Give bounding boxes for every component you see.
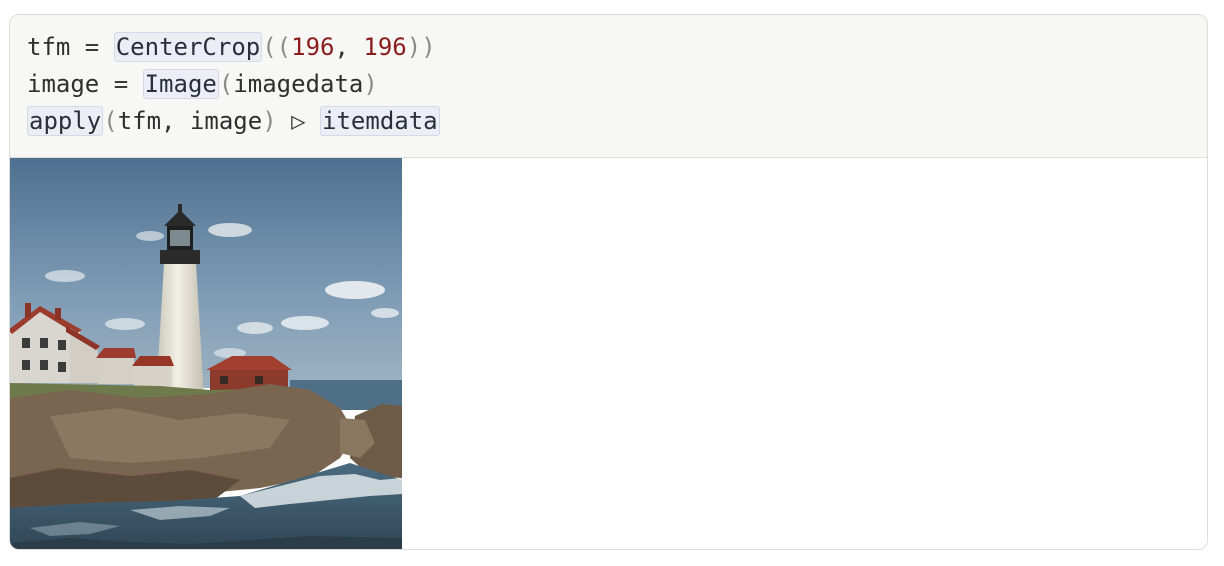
code-paren: ) — [363, 70, 378, 98]
code-comma: , — [334, 33, 364, 61]
code-variable: tfm — [27, 33, 71, 61]
code-line-2: image = Image(imagedata) — [27, 66, 1207, 103]
code-assign: = — [70, 33, 114, 61]
code-number: 196 — [291, 33, 335, 61]
code-editor[interactable]: tfm = CenterCrop((196, 196)) image = Ima… — [10, 15, 1207, 158]
notebook-cell: tfm = CenterCrop((196, 196)) image = Ima… — [9, 14, 1208, 550]
code-paren: (( — [262, 33, 292, 61]
code-paren: ) — [262, 107, 277, 135]
code-function-itemdata[interactable]: itemdata — [320, 106, 440, 136]
cell-output — [10, 158, 1207, 549]
code-number: 196 — [363, 33, 407, 61]
code-line-1: tfm = CenterCrop((196, 196)) — [27, 29, 1207, 66]
lighthouse-image — [10, 158, 402, 549]
code-paren: ( — [218, 70, 234, 98]
code-paren: ( — [103, 107, 118, 135]
code-function-image[interactable]: Image — [142, 69, 219, 99]
code-variable: image — [27, 70, 100, 98]
code-paren: )) — [406, 33, 436, 61]
code-argument: imagedata — [233, 70, 364, 98]
code-function-apply[interactable]: apply — [27, 106, 104, 136]
code-function-centercrop[interactable]: CenterCrop — [113, 32, 263, 62]
code-assign: = — [99, 70, 143, 98]
code-line-3: apply(tfm, image) ▷ itemdata — [27, 103, 1207, 140]
pipe-operator-icon: ▷ — [276, 107, 321, 135]
code-arguments: tfm, image — [117, 107, 263, 135]
